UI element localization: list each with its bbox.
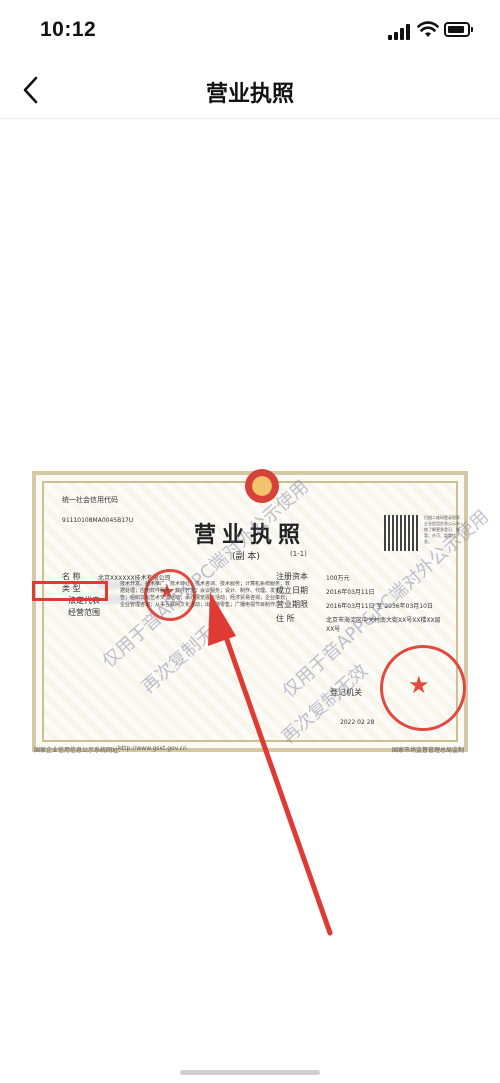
footer-left: 国家企业信用信息公示系统网址：	[34, 747, 125, 754]
footer-right: 国家市场监督管理总局监制	[392, 747, 465, 754]
issue-date: 2022 02 28	[340, 719, 375, 726]
legal-rep-highlight-box	[32, 581, 108, 601]
status-time: 10:12	[40, 18, 97, 41]
battery-cap	[471, 27, 473, 32]
capital-value: 100万元	[326, 575, 350, 582]
date-value: 2016年03月11日	[326, 589, 375, 596]
battery-icon	[444, 22, 470, 37]
scope-label: 经营范围	[68, 608, 100, 617]
authority-seal-star-icon: ★	[408, 671, 430, 699]
footer-url: http://www.gsxt.gov.cn	[118, 745, 187, 752]
page-title: 营业执照	[205, 82, 294, 107]
cellular-signal-icon	[388, 24, 412, 40]
credit-code-label: 统一社会信用代码	[62, 496, 118, 504]
home-indicator	[180, 1070, 320, 1075]
qr-code-icon	[384, 515, 420, 551]
status-bar: 10:12	[0, 0, 500, 62]
wifi-icon	[417, 21, 439, 37]
credit-code: 91110108MA0045B17U	[62, 517, 134, 524]
license-copy-number: (1-1)	[290, 550, 307, 558]
nav-bar: 营业执照	[0, 62, 500, 119]
